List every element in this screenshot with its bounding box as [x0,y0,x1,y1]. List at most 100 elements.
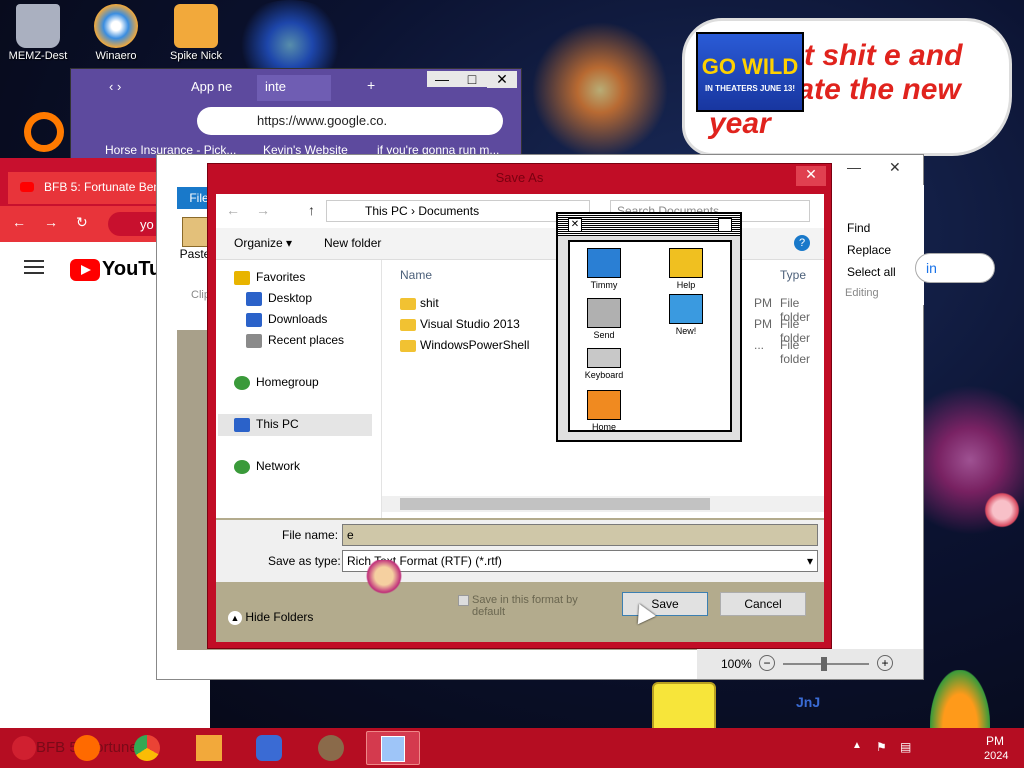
dialog-title: Save As [495,170,544,185]
reload-icon[interactable]: ↻ [76,214,88,231]
minimize-button[interactable]: — [427,71,457,87]
zoom-out-icon[interactable]: − [759,655,775,671]
forward-arrow-icon[interactable]: → [44,214,58,230]
close-button[interactable]: ✕ [796,166,826,186]
tree-item-recent-places[interactable]: Recent places [246,333,344,353]
close-button[interactable]: ✕ [889,159,901,176]
find-button[interactable]: Find [847,221,870,235]
select-all-button[interactable]: Select all [847,265,896,279]
flag-icon[interactable]: ⚑ [876,740,887,754]
save-type-select[interactable]: Rich Text Format (RTF) (*.rtf) ▾ [342,550,818,572]
new-folder-button[interactable]: New folder [324,236,381,250]
mac-style-window[interactable]: ✕ Timmy Help Send New! Keyboard Home [556,212,742,442]
start-button[interactable] [12,736,36,760]
default-format-checkbox[interactable]: Save in this format by default [458,594,598,618]
help-icon[interactable]: ? [794,235,810,251]
zoom-box-icon[interactable] [718,218,732,232]
tree-item-homegroup[interactable]: Homegroup [234,375,319,395]
youtube-play-icon [70,258,100,281]
breadcrumb-item[interactable]: This PC [365,204,408,218]
replace-button[interactable]: Replace [847,243,891,257]
clock-date[interactable]: 2024 [984,750,1008,762]
taskbar-firefox[interactable] [60,731,114,765]
orange-ring-icon[interactable] [24,112,64,152]
mac-icon-home[interactable]: Home [574,390,634,432]
tree-item-this-pc[interactable]: This PC [218,414,372,436]
spike-icon [174,4,218,48]
column-header-type[interactable]: Type [780,268,806,282]
browser-tab[interactable]: ‹ › [101,75,181,101]
timmy-icon [318,735,344,761]
firefox-icon [74,735,100,761]
dialog-footer: ▲ Hide Folders Save in this format by de… [216,582,824,642]
save-type-label: Save as type: [268,554,341,568]
file-name-label: File name: [282,528,339,542]
organize-button[interactable]: Organize ▾ [234,236,292,250]
tree-item-desktop[interactable]: Desktop [246,291,312,311]
zoom-slider-thumb[interactable] [821,657,827,671]
tree-item-network[interactable]: Network [234,459,300,479]
zoom-in-icon[interactable]: + [877,655,893,671]
list-item[interactable]: Visual Studio 2013 [400,317,520,337]
list-item[interactable]: shit [400,296,439,316]
minimize-button[interactable]: — [847,159,861,175]
file-name-input[interactable]: e [342,524,818,546]
mac-icon-timmy[interactable]: Timmy [574,248,634,290]
cancel-button[interactable]: Cancel [720,592,806,616]
back-arrow-icon[interactable]: ← [12,214,26,230]
column-header-name[interactable]: Name [400,268,432,282]
address-text: https://www.google.co. [257,113,388,128]
taskbar-chrome[interactable] [120,731,174,765]
desktop-icon-memz[interactable]: MEMZ-Dest [2,4,74,62]
forward-arrow-icon[interactable]: → [256,202,270,218]
taskbar-wordpad[interactable] [366,731,420,765]
globe-icon [669,294,703,324]
close-box-icon[interactable]: ✕ [568,218,582,232]
desktop-icon-winaero[interactable]: Winaero [80,4,152,62]
background-browser-window[interactable]: ‹ › App ne inte + — □ ✕ https://www.goog… [70,68,522,164]
timmy-icon [587,248,621,278]
list-item[interactable]: WindowsPowerShell [400,338,529,358]
breadcrumb-item[interactable]: Documents [418,204,479,218]
network-tray-icon[interactable]: ▤ [900,740,911,754]
address-bar[interactable]: https://www.google.co. [197,107,503,135]
scrollbar-thumb[interactable] [400,498,710,510]
new-tab-button[interactable]: + [367,77,375,93]
browser-tab-active[interactable]: inte [257,75,331,101]
close-button[interactable]: ✕ [487,71,517,88]
tree-item-label: Desktop [268,291,313,305]
recent-places-icon [246,334,262,348]
maximize-button[interactable]: □ [457,71,487,87]
desktop-icon-spike[interactable]: Spike Nick [160,4,232,62]
tree-item-downloads[interactable]: Downloads [246,312,327,332]
editing-group: Find Replace Select all Editing [827,185,924,305]
clock-time[interactable]: PM [986,734,1004,748]
chevron-up-icon[interactable]: ▲ [852,740,862,751]
mac-icon-help[interactable]: Help [656,248,716,290]
browser-tab[interactable]: App ne [183,75,259,101]
mac-icon-new[interactable]: New! [656,294,716,336]
taskbar-spike[interactable] [182,731,236,765]
tree-item-label: Downloads [268,312,328,326]
breadcrumb[interactable]: This PC › Documents [326,200,590,222]
taskbar-timmy[interactable] [304,731,358,765]
tree-item-favorites[interactable]: Favorites [234,270,305,290]
up-arrow-icon[interactable]: ↑ [308,202,315,218]
editing-group-label: Editing [845,287,879,299]
network-icon [234,460,250,474]
horizontal-scrollbar[interactable] [382,496,824,512]
mac-icon-keyboard[interactable]: Keyboard [574,348,634,380]
mac-icon-send[interactable]: Send [574,298,634,340]
snail-character-decoration [982,492,1022,528]
hide-folders-button[interactable]: ▲ Hide Folders [228,610,313,625]
mac-title-bar[interactable]: ✕ [558,214,740,236]
checkbox-check-icon [458,595,469,606]
hamburger-menu-icon[interactable] [24,260,44,274]
file-time: ... [754,338,765,352]
sign-in-button[interactable]: in [915,253,995,283]
recycle-bin-icon [16,4,60,48]
back-arrow-icon[interactable]: ← [226,202,240,218]
status-bar: 100% − + [697,649,923,679]
taskbar: BFB 5: Fortune B ▲ ⚑ ▤ PM 2024 [0,728,1024,768]
taskbar-app[interactable] [242,731,296,765]
